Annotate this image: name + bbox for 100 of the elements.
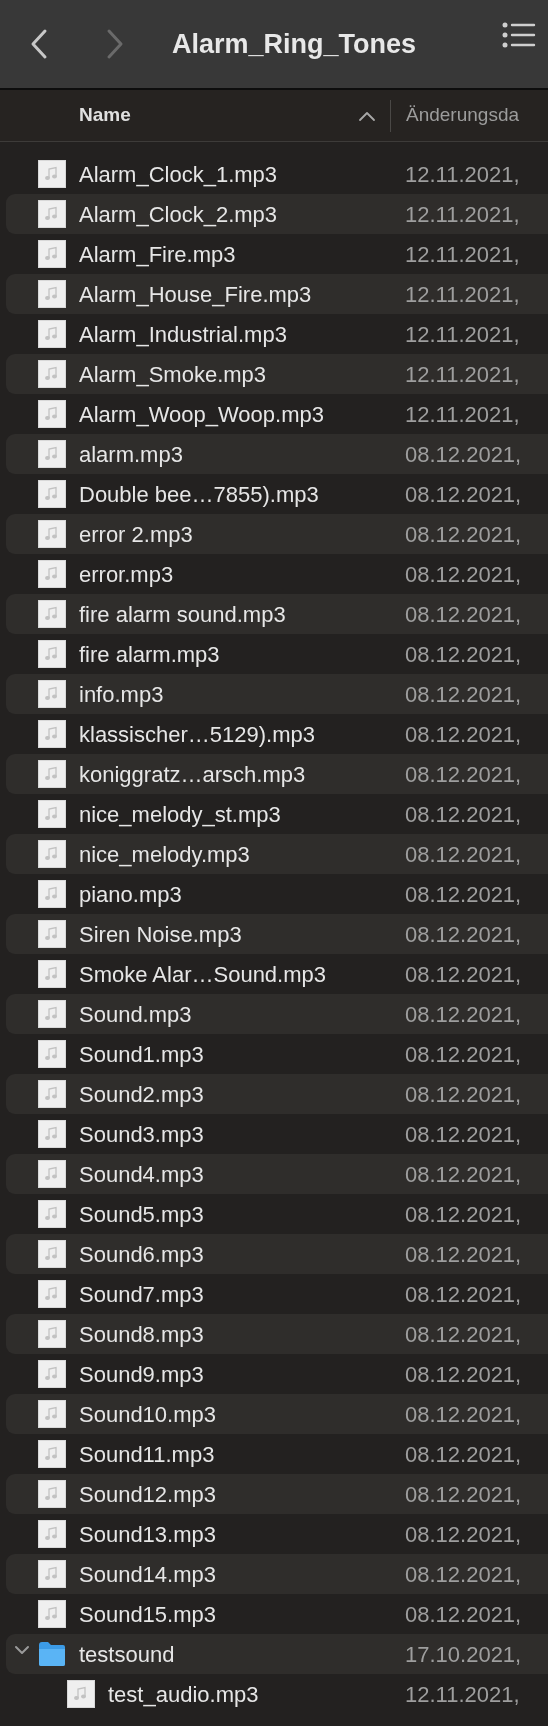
audio-file-icon — [38, 1240, 66, 1268]
file-row[interactable]: Alarm_Smoke.mp3 12.11.2021, — [6, 354, 548, 394]
file-row[interactable]: Sound4.mp3 08.12.2021, — [6, 1154, 548, 1194]
audio-file-icon — [38, 400, 66, 428]
modified-date: 08.12.2021, — [405, 1160, 522, 1189]
modified-date: 12.11.2021, — [405, 160, 520, 189]
file-row[interactable]: piano.mp3 08.12.2021, — [6, 874, 548, 914]
file-name: Sound2.mp3 — [79, 1080, 204, 1109]
file-name: Alarm_Fire.mp3 — [79, 240, 236, 269]
modified-date: 08.12.2021, — [405, 960, 522, 989]
modified-date: 08.12.2021, — [405, 1320, 522, 1349]
file-row[interactable]: alarm.mp3 08.12.2021, — [6, 434, 548, 474]
modified-date: 12.11.2021, — [405, 200, 520, 229]
file-row[interactable]: Alarm_Clock_1.mp3 12.11.2021, — [6, 154, 548, 194]
file-row[interactable]: testsound 17.10.2021, — [6, 1634, 548, 1674]
file-row[interactable]: Sound2.mp3 08.12.2021, — [6, 1074, 548, 1114]
file-name: Alarm_House_Fire.mp3 — [79, 280, 312, 309]
audio-file-icon — [67, 1680, 95, 1708]
file-row[interactable]: Sound8.mp3 08.12.2021, — [6, 1314, 548, 1354]
file-name: Siren Noise.mp3 — [79, 920, 242, 949]
modified-date: 08.12.2021, — [405, 440, 522, 469]
modified-date: 12.11.2021, — [405, 320, 520, 349]
column-header[interactable]: Name — [79, 101, 358, 130]
file-row[interactable]: Sound11.mp3 08.12.2021, — [6, 1434, 548, 1474]
file-row[interactable]: Alarm_Industrial.mp3 12.11.2021, — [6, 314, 548, 354]
modified-date: 08.12.2021, — [405, 760, 522, 789]
file-name: Sound11.mp3 — [79, 1440, 215, 1469]
modified-date: 08.12.2021, — [405, 1120, 522, 1149]
modified-date: 08.12.2021, — [405, 1520, 522, 1549]
file-row[interactable]: Sound.mp3 08.12.2021, — [6, 994, 548, 1034]
file-row[interactable]: nice_melody.mp3 08.12.2021, — [6, 834, 548, 874]
audio-file-icon — [38, 1000, 66, 1028]
file-row[interactable]: Sound1.mp3 08.12.2021, — [6, 1034, 548, 1074]
file-row[interactable]: Sound13.mp3 08.12.2021, — [6, 1514, 548, 1554]
file-name: Alarm_Woop_Woop.mp3 — [79, 400, 324, 429]
file-name: Sound10.mp3 — [79, 1400, 216, 1429]
file-name: fire alarm sound.mp3 — [79, 600, 286, 629]
file-row[interactable]: Sound6.mp3 08.12.2021, — [6, 1234, 548, 1274]
file-name: Sound1.mp3 — [79, 1040, 204, 1069]
audio-file-icon — [38, 360, 66, 388]
audio-file-icon — [38, 840, 66, 868]
modified-date: 08.12.2021, — [405, 1440, 522, 1469]
file-row[interactable]: Double bee…7855).mp3 08.12.2021, — [6, 474, 548, 514]
file-row[interactable]: Sound7.mp3 08.12.2021, — [6, 1274, 548, 1314]
column-header[interactable]: Änderungsda — [406, 101, 520, 130]
file-name: error 2.mp3 — [79, 520, 193, 549]
modified-date: 08.12.2021, — [405, 880, 522, 909]
file-row[interactable]: Sound15.mp3 08.12.2021, — [6, 1594, 548, 1634]
audio-file-icon — [38, 1400, 66, 1428]
audio-file-icon — [38, 560, 66, 588]
file-row[interactable]: fire alarm sound.mp3 08.12.2021, — [6, 594, 548, 634]
audio-file-icon — [38, 680, 66, 708]
file-row[interactable]: Alarm_Clock_2.mp3 12.11.2021, — [6, 194, 548, 234]
file-name: Double bee…7855).mp3 — [79, 480, 319, 509]
file-name: info.mp3 — [79, 680, 164, 709]
audio-file-icon — [38, 1560, 66, 1588]
modified-date: 08.12.2021, — [405, 920, 522, 949]
file-row[interactable]: Alarm_Woop_Woop.mp3 12.11.2021, — [6, 394, 548, 434]
file-row[interactable]: fire alarm.mp3 08.12.2021, — [6, 634, 548, 674]
file-name: klassischer…5129).mp3 — [79, 720, 315, 749]
audio-file-icon — [38, 960, 66, 988]
modified-date: 08.12.2021, — [405, 600, 522, 629]
file-row[interactable]: Sound9.mp3 08.12.2021, — [6, 1354, 548, 1394]
file-row[interactable]: test_audio.mp3 12.11.2021, — [6, 1674, 548, 1714]
file-row[interactable]: Sound3.mp3 08.12.2021, — [6, 1114, 548, 1154]
list-view-icon[interactable] — [502, 22, 536, 48]
modified-date: 08.12.2021, — [405, 1000, 522, 1029]
modified-date: 08.12.2021, — [405, 1360, 522, 1389]
file-row[interactable]: Alarm_Fire.mp3 12.11.2021, — [6, 234, 548, 274]
audio-file-icon — [38, 640, 66, 668]
modified-date: 08.12.2021, — [405, 640, 522, 669]
audio-file-icon — [38, 1320, 66, 1348]
audio-file-icon — [38, 600, 66, 628]
file-name: fire alarm.mp3 — [79, 640, 220, 669]
file-name: nice_melody_st.mp3 — [79, 800, 281, 829]
modified-date: 08.12.2021, — [405, 1280, 522, 1309]
file-name: Sound.mp3 — [79, 1000, 192, 1029]
file-row[interactable]: info.mp3 08.12.2021, — [6, 674, 548, 714]
file-row[interactable]: Sound12.mp3 08.12.2021, — [6, 1474, 548, 1514]
file-row[interactable]: klassischer…5129).mp3 08.12.2021, — [6, 714, 548, 754]
file-name: Sound6.mp3 — [79, 1240, 204, 1269]
file-row[interactable]: Siren Noise.mp3 08.12.2021, — [6, 914, 548, 954]
file-row[interactable]: Alarm_House_Fire.mp3 12.11.2021, — [6, 274, 548, 314]
modified-date: 08.12.2021, — [405, 1240, 522, 1269]
audio-file-icon — [38, 200, 66, 228]
file-name: Sound8.mp3 — [79, 1320, 204, 1349]
file-row[interactable]: Sound10.mp3 08.12.2021, — [6, 1394, 548, 1434]
audio-file-icon — [38, 520, 66, 548]
file-row[interactable]: koniggratz…arsch.mp3 08.12.2021, — [6, 754, 548, 794]
audio-file-icon — [38, 720, 66, 748]
file-row[interactable]: error.mp3 08.12.2021, — [6, 554, 548, 594]
audio-file-icon — [38, 440, 66, 468]
file-row[interactable]: error 2.mp3 08.12.2021, — [6, 514, 548, 554]
file-row[interactable]: Sound5.mp3 08.12.2021, — [6, 1194, 548, 1234]
file-name: error.mp3 — [79, 560, 174, 589]
file-row[interactable]: Sound14.mp3 08.12.2021, — [6, 1554, 548, 1594]
audio-file-icon — [38, 240, 66, 268]
file-row[interactable]: nice_melody_st.mp3 08.12.2021, — [6, 794, 548, 834]
file-row[interactable]: Smoke Alar…Sound.mp3 08.12.2021, — [6, 954, 548, 994]
file-name: Sound13.mp3 — [79, 1520, 216, 1549]
